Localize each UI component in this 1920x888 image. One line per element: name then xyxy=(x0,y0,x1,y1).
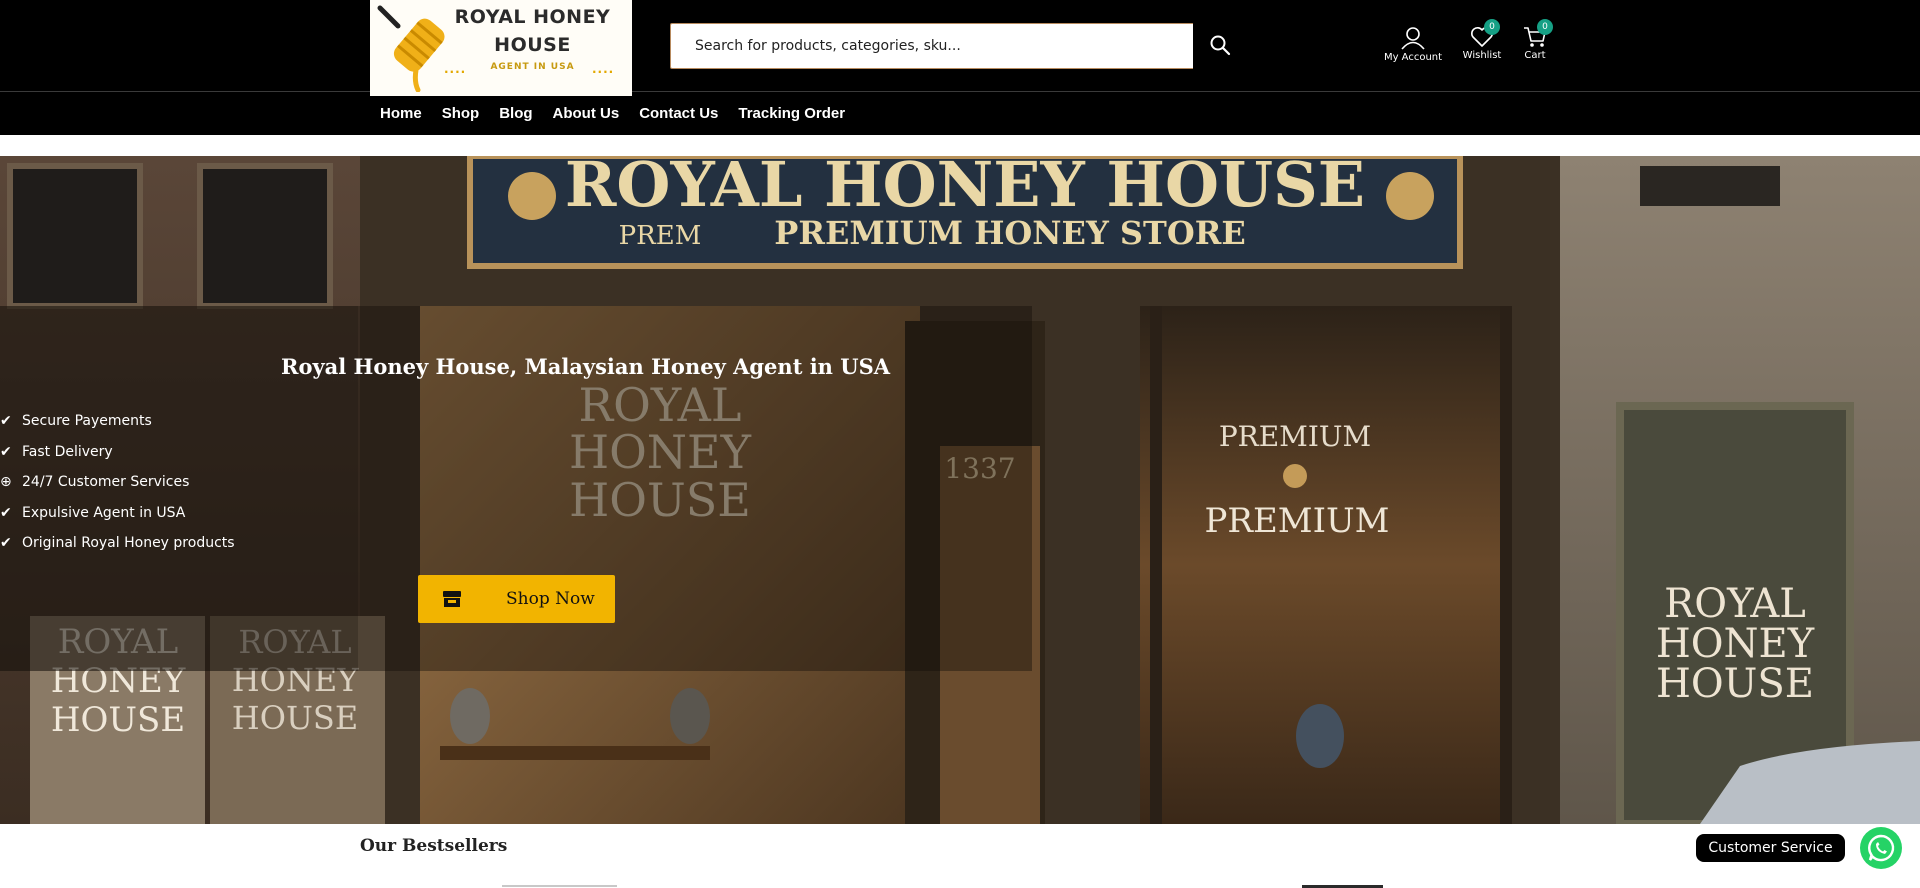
customer-service-button[interactable]: Customer Service xyxy=(1696,834,1845,862)
feature-label: Fast Delivery xyxy=(22,443,113,460)
product-card-top-edge xyxy=(502,885,617,887)
feature-item: ✔ Original Royal Honey products xyxy=(0,528,235,559)
cart-count-badge: 0 xyxy=(1537,19,1553,35)
user-icon xyxy=(1401,27,1425,50)
window-text-premium: PREMIUM xyxy=(1204,501,1389,541)
bestsellers-title: Our Bestsellers xyxy=(360,836,508,856)
sign-sub-left-text: PREM xyxy=(619,221,702,251)
lower-left-b-house: HOUSE xyxy=(232,699,358,737)
feature-item: ✔ Fast Delivery xyxy=(0,437,235,468)
window-text-premium-arc: PREMIUM xyxy=(1219,420,1371,453)
whatsapp-button[interactable] xyxy=(1860,827,1902,869)
main-navigation: Home Shop Blog About Us Contact Us Track… xyxy=(0,92,1920,135)
wishlist-count-badge: 0 xyxy=(1484,19,1500,35)
nav-tracking-order[interactable]: Tracking Order xyxy=(728,105,855,122)
cart-label: Cart xyxy=(1524,50,1546,61)
feature-label: Original Royal Honey products xyxy=(22,535,235,552)
hero-banner: ROYAL HONEY HOUSE PREM PREMIUM HONEY STO… xyxy=(0,156,1920,824)
top-header: ROYAL HONEY HOUSE .... AGENT IN USA ....… xyxy=(0,0,1920,96)
search-button[interactable] xyxy=(1196,28,1244,64)
sign-main-text: ROYAL HONEY HOUSE xyxy=(565,156,1365,221)
cart-link[interactable]: 0 Cart xyxy=(1503,19,1567,70)
plus-circle-icon: ⊕ xyxy=(0,474,12,491)
check-icon: ✔ xyxy=(0,443,12,460)
logo-dots-right: .... xyxy=(592,62,615,76)
my-account-label: My Account xyxy=(1383,52,1443,63)
honey-dipper-icon xyxy=(377,5,445,92)
logo-text-line1: ROYAL HONEY xyxy=(454,6,611,28)
check-icon: ✔ xyxy=(0,504,12,521)
feature-item: ✔ Secure Payements xyxy=(0,406,235,437)
check-icon: ✔ xyxy=(0,413,12,430)
feature-item: ✔ Expulsive Agent in USA xyxy=(0,498,235,529)
hero-heading: Royal Honey House, Malaysian Honey Agent… xyxy=(281,354,891,379)
sign-sub-text: PREMIUM HONEY STORE xyxy=(774,214,1245,252)
nav-about-us[interactable]: About Us xyxy=(543,105,630,122)
feature-item: ⊕ 24/7 Customer Services xyxy=(0,467,235,498)
nav-home[interactable]: Home xyxy=(370,105,432,122)
feature-label: Secure Payements xyxy=(22,413,152,430)
check-icon: ✔ xyxy=(0,535,12,552)
search-box xyxy=(670,23,1193,69)
feature-list: ✔ Secure Payements ✔ Fast Delivery ⊕ 24/… xyxy=(0,406,235,559)
logo-text-line2: HOUSE xyxy=(494,34,571,56)
store-icon xyxy=(443,591,461,607)
my-account-link[interactable]: My Account xyxy=(1381,26,1445,70)
nav-blog[interactable]: Blog xyxy=(489,105,542,122)
feature-label: Expulsive Agent in USA xyxy=(22,504,186,521)
nav-contact-us[interactable]: Contact Us xyxy=(629,105,728,122)
nav-shop[interactable]: Shop xyxy=(432,105,490,122)
lower-left-house: HOUSE xyxy=(51,700,185,740)
search-input[interactable] xyxy=(671,24,1193,68)
site-logo[interactable]: ROYAL HONEY HOUSE .... AGENT IN USA .... xyxy=(370,0,632,96)
whatsapp-icon xyxy=(1868,834,1895,862)
shop-now-label: Shop Now xyxy=(506,589,595,609)
feature-label: 24/7 Customer Services xyxy=(22,474,190,491)
right-window-house: HOUSE xyxy=(1656,661,1814,707)
search-icon xyxy=(1210,35,1231,55)
shop-now-button[interactable]: Shop Now xyxy=(418,575,615,623)
